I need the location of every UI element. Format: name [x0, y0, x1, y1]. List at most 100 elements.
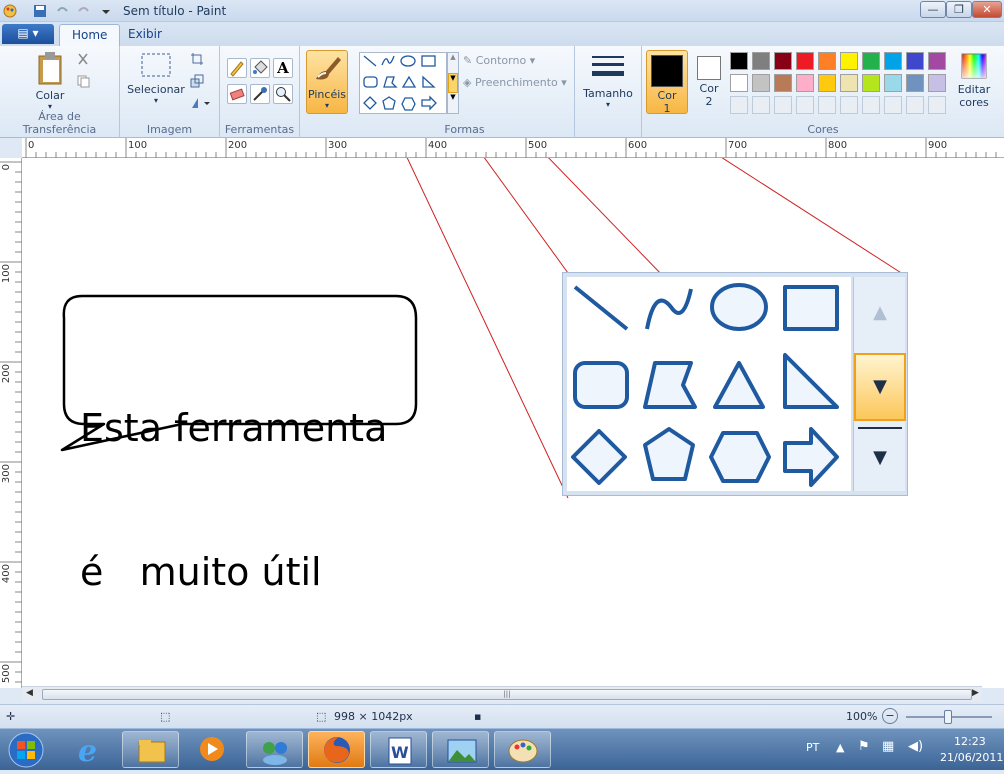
custom-color-slot[interactable] [730, 96, 748, 114]
select-button[interactable]: Selecionar ▾ [126, 52, 186, 105]
crop-icon[interactable] [190, 52, 204, 69]
color1-number: 1 [663, 102, 671, 115]
tab-home[interactable]: Home [59, 24, 121, 46]
zoom-out-button[interactable]: − [882, 708, 898, 724]
messenger-icon[interactable] [246, 731, 303, 768]
palette-color-swatch[interactable] [884, 52, 902, 70]
eraser-icon[interactable] [227, 84, 247, 104]
word-icon[interactable]: W [370, 731, 427, 768]
scroll-left-icon[interactable]: ◀ [26, 688, 33, 698]
maximize-button[interactable]: ❐ [946, 1, 972, 18]
rotate-icon[interactable] [190, 96, 210, 113]
resize-icon[interactable] [190, 74, 204, 91]
palette-color-swatch[interactable] [796, 52, 814, 70]
palette-color-swatch[interactable] [730, 52, 748, 70]
custom-color-slot[interactable] [796, 96, 814, 114]
image-group: Selecionar ▾ Imagem [120, 46, 220, 138]
taskbar: e W PT ▲ ⚑ ▦ ◀) 12:23 21/06/2011 [0, 728, 1004, 770]
palette-color-swatch[interactable] [884, 74, 902, 92]
ruler-label: 900 [928, 140, 948, 151]
palette-color-swatch[interactable] [752, 52, 770, 70]
tab-view[interactable]: Exibir [116, 24, 174, 46]
custom-color-slot[interactable] [752, 96, 770, 114]
palette-color-swatch[interactable] [730, 74, 748, 92]
text-tool-icon[interactable]: A [273, 58, 293, 78]
color1-button[interactable]: Cor 1 [646, 50, 688, 115]
save-icon[interactable] [32, 3, 48, 19]
file-size-icon: ▪ [474, 710, 482, 723]
brushes-button[interactable]: Pincéis ▾ [306, 50, 348, 114]
network-icon[interactable]: ▦ [882, 739, 894, 754]
explorer-icon[interactable] [122, 731, 179, 768]
start-button[interactable] [2, 729, 60, 771]
palette-color-swatch[interactable] [818, 74, 836, 92]
color-picker-icon[interactable] [250, 84, 270, 104]
internet-explorer-icon[interactable]: e [62, 731, 119, 769]
palette-color-swatch[interactable] [840, 74, 858, 92]
colors-group-label: Cores [807, 123, 839, 136]
clock-date[interactable]: 21/06/2011 [940, 751, 1003, 764]
expand-gallery-icon[interactable]: ▼ [448, 93, 458, 113]
volume-icon[interactable]: ◀) [908, 739, 923, 754]
horizontal-scrollbar[interactable]: ◀ ||| ▶ [22, 686, 982, 702]
fill-bucket-icon[interactable] [250, 58, 270, 78]
scroll-thumb[interactable]: ||| [42, 689, 972, 700]
scroll-right-icon[interactable]: ▶ [972, 688, 979, 698]
copy-icon[interactable] [76, 74, 90, 91]
outline-dropdown[interactable]: ✎ Contorno ▾ [463, 54, 535, 67]
custom-color-slot[interactable] [774, 96, 792, 114]
undo-icon[interactable] [54, 3, 70, 19]
color2-button[interactable]: Cor 2 [692, 50, 726, 114]
palette-color-swatch[interactable] [862, 74, 880, 92]
custom-color-slot[interactable] [840, 96, 858, 114]
zoom-slider-thumb[interactable] [944, 710, 952, 724]
palette-color-swatch[interactable] [906, 74, 924, 92]
custom-color-slot[interactable] [906, 96, 924, 114]
show-hidden-icons[interactable]: ▲ [836, 741, 844, 754]
paint-taskbar-icon[interactable] [494, 731, 551, 768]
media-player-icon[interactable] [184, 731, 241, 768]
customize-quick-access-icon[interactable] [98, 3, 114, 19]
zoom-slider[interactable] [906, 710, 992, 724]
paste-button[interactable]: Colar ▾ [30, 50, 70, 111]
redo-icon[interactable] [76, 3, 92, 19]
drawing-canvas[interactable]: Esta ferramenta é muito útil ▲ ▼ ▼ [22, 158, 1004, 688]
palette-color-swatch[interactable] [774, 74, 792, 92]
custom-color-slot[interactable] [928, 96, 946, 114]
shapes-scrollbar[interactable]: ▲ ▼ ▼ [447, 52, 459, 114]
photo-viewer-icon[interactable] [432, 731, 489, 768]
palette-color-swatch[interactable] [796, 74, 814, 92]
palette-color-swatch[interactable] [752, 74, 770, 92]
paint-app-icon[interactable] [2, 3, 18, 19]
close-button[interactable]: ✕ [972, 1, 1002, 18]
palette-color-swatch[interactable] [906, 52, 924, 70]
custom-color-slot[interactable] [862, 96, 880, 114]
minimize-button[interactable]: — [920, 1, 946, 18]
scroll-down-icon[interactable]: ▼ [448, 73, 458, 93]
fill-dropdown[interactable]: ◈ Preenchimento ▾ [463, 76, 567, 89]
ruler-label: 100 [128, 140, 148, 151]
scroll-up-icon[interactable]: ▲ [448, 53, 458, 73]
cut-icon[interactable] [76, 52, 90, 69]
paint-menu-button[interactable]: ▤ ▾ [2, 24, 54, 44]
callout-line-2: é muito útil [80, 550, 322, 594]
magnifier-icon[interactable] [273, 84, 293, 104]
ribbon-tabs: ▤ ▾ Home Exibir [0, 22, 1004, 46]
size-button[interactable]: Tamanho ▾ [581, 50, 635, 109]
clock-time[interactable]: 12:23 [954, 735, 986, 748]
custom-color-slot[interactable] [884, 96, 902, 114]
custom-color-slot[interactable] [818, 96, 836, 114]
color2-swatch [697, 56, 721, 80]
shapes-gallery[interactable] [359, 52, 447, 114]
palette-color-swatch[interactable] [862, 52, 880, 70]
firefox-icon[interactable] [308, 731, 365, 768]
language-indicator[interactable]: PT [806, 741, 819, 754]
edit-colors-button[interactable]: Editar cores [954, 52, 994, 109]
palette-color-swatch[interactable] [928, 74, 946, 92]
pencil-icon[interactable] [227, 58, 247, 78]
palette-color-swatch[interactable] [818, 52, 836, 70]
palette-color-swatch[interactable] [928, 52, 946, 70]
palette-color-swatch[interactable] [774, 52, 792, 70]
action-center-flag-icon[interactable]: ⚑ [858, 739, 870, 754]
palette-color-swatch[interactable] [840, 52, 858, 70]
